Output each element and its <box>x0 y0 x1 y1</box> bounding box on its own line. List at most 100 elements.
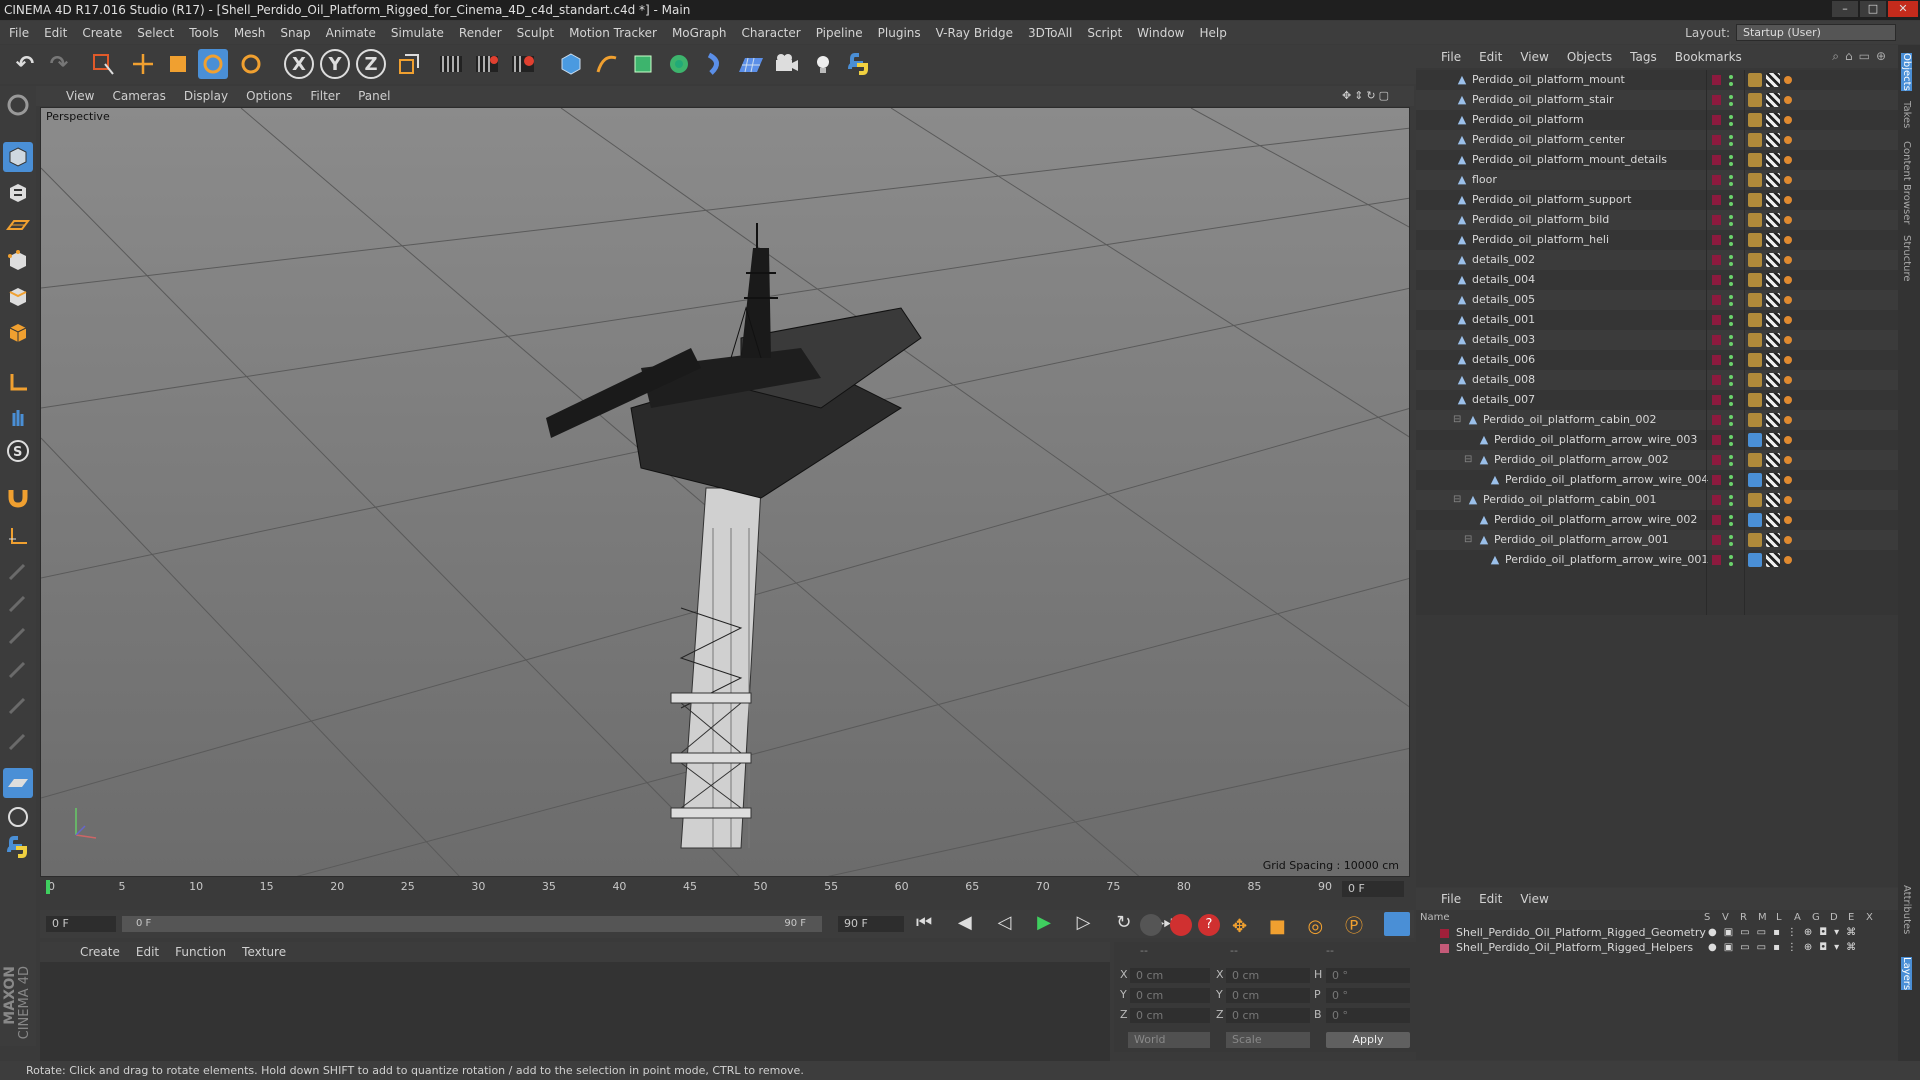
undo-button[interactable]: ↶ <box>10 49 40 79</box>
object-menu-file[interactable]: File <box>1441 50 1461 64</box>
menu-render[interactable]: Render <box>459 26 502 40</box>
workplane-icon[interactable] <box>3 210 33 240</box>
timeline-ruler[interactable]: 0 5 10 15 20 25 30 35 40 45 50 55 60 65 70 75 80 85 90 0 F <box>40 878 1410 900</box>
phong-tag-icon[interactable] <box>1748 73 1762 87</box>
render-settings-icon[interactable] <box>508 49 538 79</box>
sculpt-flatten-icon[interactable] <box>3 726 33 756</box>
object-row[interactable]: ▲ Perdido_oil_platform_arrow_wire_002 <box>1416 510 1898 530</box>
layer-color-swatch[interactable] <box>1712 275 1721 285</box>
menu-select[interactable]: Select <box>137 26 174 40</box>
object-row[interactable]: ▲ details_007 <box>1416 390 1898 410</box>
menu-file[interactable]: File <box>9 26 29 40</box>
material-tag-icon[interactable] <box>1784 216 1792 224</box>
visibility-editor-dot[interactable] <box>1729 155 1733 159</box>
close-button[interactable]: ✕ <box>1888 1 1918 17</box>
texture-tag-icon[interactable] <box>1766 173 1780 187</box>
visibility-editor-dot[interactable] <box>1729 355 1733 359</box>
layer-color-swatch[interactable] <box>1712 215 1721 225</box>
layer-color-swatch[interactable] <box>1712 555 1721 565</box>
visibility-editor-dot[interactable] <box>1729 175 1733 179</box>
phong-tag-icon[interactable] <box>1748 153 1762 167</box>
layer-color-swatch[interactable] <box>1712 475 1721 485</box>
material-menu-function[interactable]: Function <box>175 945 226 959</box>
side-tab-content-browser[interactable]: Content Browser <box>1901 141 1912 224</box>
material-tag-icon[interactable] <box>1784 196 1792 204</box>
phong-tag-icon[interactable] <box>1748 193 1762 207</box>
object-row[interactable]: ▲ floor <box>1416 170 1898 190</box>
object-menu-tags[interactable]: Tags <box>1630 50 1657 64</box>
viewport-menu-cameras[interactable]: Cameras <box>112 89 165 103</box>
visibility-render-dot[interactable] <box>1729 142 1733 146</box>
layer-color-swatch[interactable] <box>1712 155 1721 165</box>
viewport-menu-options[interactable]: Options <box>246 89 292 103</box>
object-row[interactable]: ▲ Perdido_oil_platform_mount <box>1416 70 1898 90</box>
menu-simulate[interactable]: Simulate <box>391 26 444 40</box>
material-tag-icon[interactable] <box>1784 496 1792 504</box>
menu-script[interactable]: Script <box>1087 26 1122 40</box>
planar-workplane-icon[interactable] <box>3 802 33 832</box>
make-editable-icon[interactable] <box>3 90 33 120</box>
expand-toggle-icon[interactable]: ⊟ <box>1453 490 1461 510</box>
material-tag-icon[interactable] <box>1784 416 1792 424</box>
material-menu-create[interactable]: Create <box>80 945 120 959</box>
phong-tag-icon[interactable] <box>1748 213 1762 227</box>
render-view-icon[interactable] <box>436 49 466 79</box>
visibility-render-dot[interactable] <box>1729 482 1733 486</box>
menu-sculpt[interactable]: Sculpt <box>517 26 554 40</box>
visibility-render-dot[interactable] <box>1729 202 1733 206</box>
layer-color-swatch[interactable] <box>1712 335 1721 345</box>
object-row[interactable]: ▲ Perdido_oil_platform_heli <box>1416 230 1898 250</box>
texture-tag-icon[interactable] <box>1766 153 1780 167</box>
lock-workplane-icon[interactable] <box>3 768 33 798</box>
object-row[interactable]: ▲ Perdido_oil_platform <box>1416 110 1898 130</box>
phong-tag-icon[interactable] <box>1748 533 1762 547</box>
side-tab-attributes[interactable]: Attributes <box>1901 885 1912 934</box>
menu-help[interactable]: Help <box>1199 26 1226 40</box>
material-tag-icon[interactable] <box>1784 376 1792 384</box>
z-axis-lock-button[interactable]: Z <box>356 49 386 79</box>
visibility-editor-dot[interactable] <box>1729 115 1733 119</box>
material-tag-icon[interactable] <box>1784 556 1792 564</box>
object-row[interactable]: ▲ details_004 <box>1416 270 1898 290</box>
texture-tag-icon[interactable] <box>1766 373 1780 387</box>
object-row[interactable]: ▲ Perdido_oil_platform_bild <box>1416 210 1898 230</box>
camera-icon[interactable] <box>772 49 802 79</box>
visibility-editor-dot[interactable] <box>1729 235 1733 239</box>
side-tab-objects[interactable]: Objects <box>1901 53 1912 91</box>
scale-icon[interactable] <box>163 49 193 79</box>
texture-tag-icon[interactable] <box>1766 253 1780 267</box>
layer-color-swatch[interactable] <box>1440 944 1449 953</box>
x-axis-lock-button[interactable]: X <box>284 49 314 79</box>
material-tag-icon[interactable] <box>1784 396 1792 404</box>
visibility-editor-dot[interactable] <box>1729 335 1733 339</box>
phong-tag-icon[interactable] <box>1748 173 1762 187</box>
apply-button[interactable]: Apply <box>1326 1032 1410 1048</box>
texture-tag-icon[interactable] <box>1766 493 1780 507</box>
layer-menu-view[interactable]: View <box>1520 892 1548 906</box>
object-row[interactable]: ▲ Perdido_oil_platform_arrow_wire_003 <box>1416 430 1898 450</box>
cube-primitive-icon[interactable] <box>556 49 586 79</box>
sculpt-pull-icon[interactable] <box>3 588 33 618</box>
layer-color-swatch[interactable] <box>1712 115 1721 125</box>
viewport-nav-icons[interactable]: ✥⇕↻▢ <box>1342 89 1402 103</box>
texture-tag-icon[interactable] <box>1766 213 1780 227</box>
visibility-render-dot[interactable] <box>1729 562 1733 566</box>
material-manager-area[interactable] <box>40 962 1110 1068</box>
sculpt-brush-icon[interactable] <box>3 556 33 586</box>
visibility-render-dot[interactable] <box>1729 542 1733 546</box>
expand-toggle-icon[interactable]: ⊟ <box>1464 530 1472 550</box>
visibility-editor-dot[interactable] <box>1729 415 1733 419</box>
viewport-menu-display[interactable]: Display <box>184 89 228 103</box>
visibility-render-dot[interactable] <box>1729 322 1733 326</box>
layer-color-swatch[interactable] <box>1440 929 1449 938</box>
object-row[interactable]: ⊟ ▲ Perdido_oil_platform_arrow_001 <box>1416 530 1898 550</box>
material-tag-icon[interactable] <box>1784 336 1792 344</box>
object-row[interactable]: ▲ Perdido_oil_platform_arrow_wire_001 <box>1416 550 1898 570</box>
visibility-render-dot[interactable] <box>1729 462 1733 466</box>
expand-toggle-icon[interactable]: ⊟ <box>1453 410 1461 430</box>
menu-animate[interactable]: Animate <box>326 26 376 40</box>
material-tag-icon[interactable] <box>1784 176 1792 184</box>
visibility-render-dot[interactable] <box>1729 362 1733 366</box>
phong-tag-icon[interactable] <box>1748 373 1762 387</box>
menu-3dtoall[interactable]: 3DToAll <box>1028 26 1072 40</box>
